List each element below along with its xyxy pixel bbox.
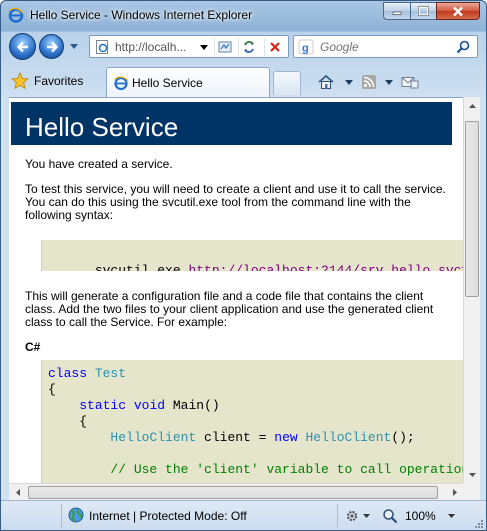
gear-icon [346,510,358,522]
stop-icon [269,42,280,52]
title-bar[interactable]: Hello Service - Windows Internet Explore… [1,1,486,29]
maximize-icon [418,6,429,16]
rss-feed-icon [362,75,376,89]
search-button[interactable] [455,39,471,55]
intro-text: You have created a service. [25,157,173,171]
scroll-down-arrow-icon [469,472,476,477]
favorites-star-icon [11,72,29,90]
zoom-magnifier-icon [383,509,398,524]
internet-zone-icon [68,507,84,523]
code-comment: // Use the 'client' variable to call ope… [110,462,463,477]
code-type: Test [94,366,127,381]
svcutil-command: svcutil.exe [94,263,189,271]
back-arrow-icon [16,41,28,52]
navigation-bar: http://localh... g [1,29,486,65]
status-separator [337,504,338,528]
code-keyword: new [274,430,298,445]
language-label: C# [25,340,41,354]
home-button[interactable] [317,73,353,91]
scroll-down-button[interactable] [464,466,481,483]
status-separator [61,504,62,528]
ie-logo-icon [8,7,24,23]
forward-arrow-icon [46,41,58,52]
chevron-down-icon [385,79,393,85]
back-button[interactable] [9,33,36,60]
scroll-up-arrow-icon [469,103,476,108]
page-heading: Hello Service [11,102,452,145]
code-keyword: void [133,398,166,413]
scroll-up-button[interactable] [464,97,481,114]
generate-instructions: This will generate a configuration file … [25,289,434,329]
page-icon [96,40,108,54]
security-zone-text[interactable]: Internet | Protected Mode: Off [89,509,247,523]
search-box[interactable]: g [293,35,478,58]
code-text: Main() [165,398,220,413]
recent-pages-dropdown[interactable] [68,40,80,52]
ie-window: Hello Service - Windows Internet Explore… [0,0,487,531]
vertical-scroll-thumb[interactable] [465,121,479,297]
horizontal-scrollbar[interactable] [9,483,463,500]
close-window-button[interactable] [436,2,480,20]
svg-text:g: g [302,43,309,55]
address-bar[interactable]: http://localh... [89,35,289,58]
scroll-right-arrow-icon [452,489,457,496]
forward-button[interactable] [39,34,64,59]
scrollbar-corner [463,483,480,500]
horizontal-scroll-thumb[interactable] [28,486,438,499]
chevron-down-icon [363,514,370,518]
chevron-down-icon [70,43,78,49]
compatibility-view-icon [218,41,231,53]
favorites-button[interactable]: Favorites [11,69,103,93]
tools-status-button[interactable] [343,507,361,525]
code-keyword: static [79,398,127,413]
address-url: http://localh... [115,40,187,54]
vertical-scrollbar[interactable] [463,97,480,483]
search-input[interactable] [320,38,440,56]
scroll-right-button[interactable] [446,484,463,501]
address-dropdown[interactable] [198,40,210,54]
tab-hello-service[interactable]: Hello Service [106,67,270,97]
minimize-button[interactable] [383,2,410,20]
search-icon [456,40,470,54]
code-text: client = [196,430,275,445]
refresh-icon [243,41,254,53]
code-type: HelloClient [110,430,197,445]
scroll-left-button[interactable] [9,484,26,501]
resize-grip-icon[interactable] [474,519,484,529]
scroll-left-arrow-icon [15,489,20,496]
ie-page-icon [114,76,129,91]
new-tab-button[interactable] [273,71,301,95]
feeds-button[interactable] [361,73,393,91]
google-logo-icon: g [298,39,314,55]
page-content: Hello Service You have created a service… [9,97,463,483]
code-text: { [48,382,56,397]
minimize-icon [392,11,402,15]
read-mail-icon [401,77,419,89]
favorites-label: Favorites [34,74,84,88]
code-type: HelloClient [305,430,392,445]
tab-bar: Favorites Hello Service [1,65,486,97]
chevron-down-icon [345,79,353,85]
zoom-level[interactable]: 100% [405,509,436,523]
read-mail-button[interactable] [401,73,419,91]
close-icon [453,6,463,16]
refresh-button[interactable] [238,38,258,56]
zoom-status-button[interactable] [381,507,399,525]
code-text: (); [391,430,415,445]
home-icon [318,74,334,89]
chevron-down-icon [448,514,455,518]
code-keyword: class [48,366,88,381]
test-instructions: To test this service, you will need to c… [25,182,446,222]
tab-label: Hello Service [132,76,203,90]
maximize-button[interactable] [410,2,436,20]
svcutil-command-box: svcutil.exe http://localhost:2144/srv_he… [41,240,463,271]
csharp-code-sample: class Test { static void Main() { HelloC… [41,360,463,483]
window-title: Hello Service - Windows Internet Explore… [30,8,253,22]
stop-button[interactable] [264,38,284,56]
compatibility-view-button[interactable] [214,38,234,56]
code-text: { [79,414,88,429]
wsdl-link[interactable]: http://localhost:2144/srv_hello.svc?wsdl [188,263,463,271]
chevron-down-icon [200,44,208,50]
status-bar: Internet | Protected Mode: Off 100% [1,500,486,530]
